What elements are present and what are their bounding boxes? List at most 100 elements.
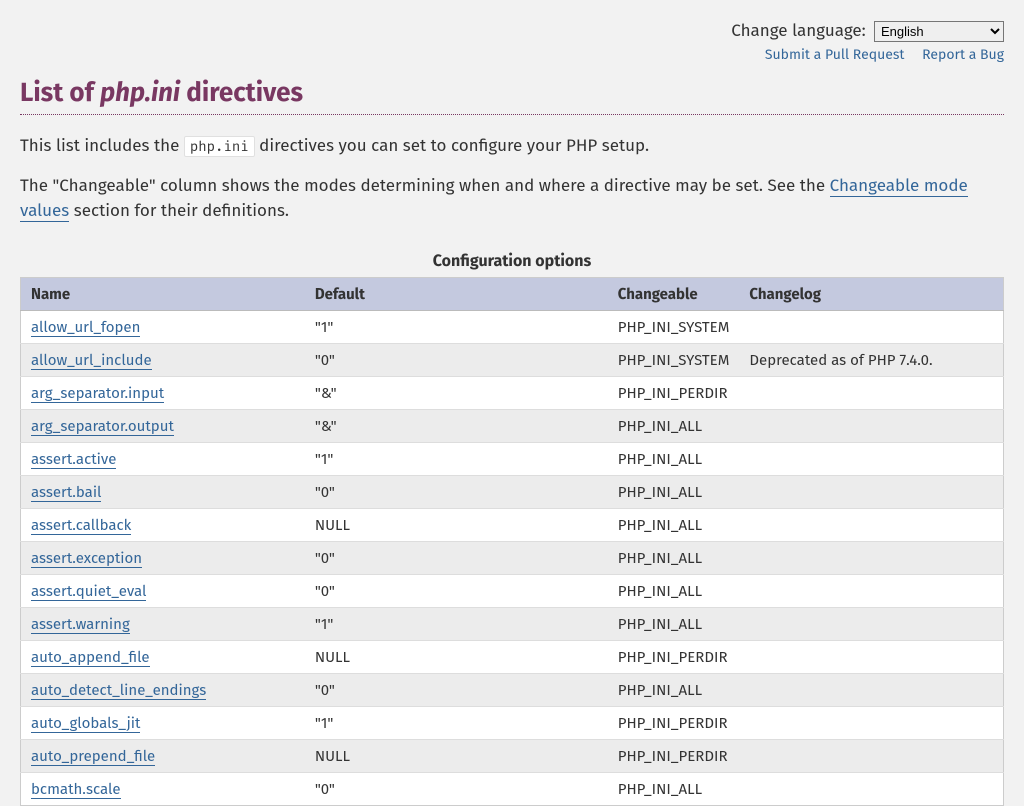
table-row: assert.exception"0"PHP_INI_ALL bbox=[21, 541, 1004, 574]
cell-changeable: PHP_INI_PERDIR bbox=[608, 706, 740, 739]
cell-name: assert.bail bbox=[21, 475, 305, 508]
directive-link[interactable]: assert.exception bbox=[31, 549, 142, 568]
cell-name: assert.callback bbox=[21, 508, 305, 541]
intro1-code: php.ini bbox=[184, 136, 255, 157]
table-row: allow_url_include "0"PHP_INI_SYSTEMDeprec… bbox=[21, 343, 1004, 376]
cell-name: assert.active bbox=[21, 442, 305, 475]
cell-default: "0" bbox=[305, 574, 608, 607]
table-row: arg_separator.output "&"PHP_INI_ALL bbox=[21, 409, 1004, 442]
col-header-changelog: Changelog bbox=[739, 277, 1003, 310]
cell-name: assert.warning bbox=[21, 607, 305, 640]
table-row: auto_prepend_file NULLPHP_INI_PERDIR bbox=[21, 739, 1004, 772]
intro1-before: This list includes the bbox=[20, 135, 184, 156]
cell-changelog bbox=[739, 442, 1003, 475]
title-divider bbox=[20, 114, 1004, 115]
cell-name: assert.exception bbox=[21, 541, 305, 574]
col-header-default: Default bbox=[305, 277, 608, 310]
cell-default: NULL bbox=[305, 739, 608, 772]
col-header-changeable: Changeable bbox=[608, 277, 740, 310]
cell-name: arg_separator.input bbox=[21, 376, 305, 409]
directive-link[interactable]: assert.callback bbox=[31, 516, 131, 535]
directive-link[interactable]: assert.warning bbox=[31, 615, 130, 634]
title-prefix: List of bbox=[20, 77, 100, 108]
cell-changeable: PHP_INI_PERDIR bbox=[608, 640, 740, 673]
cell-name: auto_globals_jit bbox=[21, 706, 305, 739]
intro-paragraph-1: This list includes the php.ini directive… bbox=[20, 133, 1004, 159]
cell-default: "1" bbox=[305, 442, 608, 475]
change-language-label: Change language: bbox=[731, 20, 866, 41]
report-bug-link[interactable]: Report a Bug bbox=[922, 46, 1004, 63]
directive-link[interactable]: arg_separator.input bbox=[31, 384, 164, 403]
directive-link[interactable]: auto_prepend_file bbox=[31, 747, 155, 766]
directive-link[interactable]: bcmath.scale bbox=[31, 780, 121, 799]
directive-link[interactable]: auto_detect_line_endings bbox=[31, 681, 206, 700]
cell-name: auto_prepend_file bbox=[21, 739, 305, 772]
directive-link[interactable]: allow_url_fopen bbox=[31, 318, 140, 337]
directive-link[interactable]: auto_append_file bbox=[31, 648, 150, 667]
cell-default: NULL bbox=[305, 640, 608, 673]
directive-link[interactable]: assert.quiet_eval bbox=[31, 582, 146, 601]
cell-name: allow_url_include bbox=[21, 343, 305, 376]
cell-changeable: PHP_INI_ALL bbox=[608, 541, 740, 574]
directive-link[interactable]: arg_separator.output bbox=[31, 417, 174, 436]
table-row: assert.quiet_eval "0"PHP_INI_ALL bbox=[21, 574, 1004, 607]
table-row: assert.callbackNULLPHP_INI_ALL bbox=[21, 508, 1004, 541]
cell-changeable: PHP_INI_SYSTEM bbox=[608, 343, 740, 376]
intro1-after: directives you can set to configure your… bbox=[255, 135, 649, 156]
cell-default: "&" bbox=[305, 376, 608, 409]
cell-changelog bbox=[739, 409, 1003, 442]
language-select[interactable]: English bbox=[874, 21, 1004, 42]
cell-changeable: PHP_INI_ALL bbox=[608, 409, 740, 442]
cell-changelog bbox=[739, 739, 1003, 772]
directive-link[interactable]: auto_globals_jit bbox=[31, 714, 140, 733]
cell-changeable: PHP_INI_ALL bbox=[608, 442, 740, 475]
cell-changeable: PHP_INI_ALL bbox=[608, 574, 740, 607]
cell-name: allow_url_fopen bbox=[21, 310, 305, 343]
cell-changeable: PHP_INI_PERDIR bbox=[608, 739, 740, 772]
cell-default: "1" bbox=[305, 607, 608, 640]
table-row: assert.active "1"PHP_INI_ALL bbox=[21, 442, 1004, 475]
title-emphasis: php.ini bbox=[100, 77, 180, 108]
col-header-name: Name bbox=[21, 277, 305, 310]
intro-paragraph-2: The "Changeable" column shows the modes … bbox=[20, 173, 1004, 224]
cell-changelog bbox=[739, 508, 1003, 541]
page-title: List of php.ini directives bbox=[20, 77, 1004, 108]
table-row: assert.bail "0"PHP_INI_ALL bbox=[21, 475, 1004, 508]
header-sublinks: Submit a Pull Request Report a Bug bbox=[20, 46, 1004, 63]
cell-changelog bbox=[739, 673, 1003, 706]
cell-changeable: PHP_INI_SYSTEM bbox=[608, 310, 740, 343]
title-suffix: directives bbox=[180, 77, 303, 108]
cell-changelog bbox=[739, 475, 1003, 508]
language-bar: Change language: English bbox=[20, 20, 1004, 42]
intro2-after: section for their definitions. bbox=[69, 200, 289, 221]
cell-changelog bbox=[739, 541, 1003, 574]
cell-changeable: PHP_INI_PERDIR bbox=[608, 376, 740, 409]
cell-default: "&" bbox=[305, 409, 608, 442]
intro2-before: The "Changeable" column shows the modes … bbox=[20, 175, 830, 196]
cell-default: "0" bbox=[305, 475, 608, 508]
cell-changelog bbox=[739, 574, 1003, 607]
cell-changelog bbox=[739, 640, 1003, 673]
cell-name: auto_append_file bbox=[21, 640, 305, 673]
submit-pull-request-link[interactable]: Submit a Pull Request bbox=[765, 46, 905, 63]
table-header-row: Name Default Changeable Changelog bbox=[21, 277, 1004, 310]
cell-changelog bbox=[739, 706, 1003, 739]
cell-default: "1" bbox=[305, 706, 608, 739]
table-row: assert.warning"1"PHP_INI_ALL bbox=[21, 607, 1004, 640]
cell-default: NULL bbox=[305, 508, 608, 541]
directive-link[interactable]: allow_url_include bbox=[31, 351, 152, 370]
cell-changeable: PHP_INI_ALL bbox=[608, 475, 740, 508]
cell-changeable: PHP_INI_ALL bbox=[608, 673, 740, 706]
cell-name: assert.quiet_eval bbox=[21, 574, 305, 607]
config-options-table: Name Default Changeable Changelog allow_… bbox=[20, 277, 1004, 806]
cell-default: "0" bbox=[305, 673, 608, 706]
cell-default: "1" bbox=[305, 310, 608, 343]
directive-link[interactable]: assert.active bbox=[31, 450, 116, 469]
table-caption: Configuration options bbox=[20, 252, 1004, 271]
table-row: allow_url_fopen "1"PHP_INI_SYSTEM bbox=[21, 310, 1004, 343]
table-row: arg_separator.input "&"PHP_INI_PERDIR bbox=[21, 376, 1004, 409]
cell-name: arg_separator.output bbox=[21, 409, 305, 442]
cell-changelog: Deprecated as of PHP 7.4.0. bbox=[739, 343, 1003, 376]
cell-default: "0" bbox=[305, 343, 608, 376]
directive-link[interactable]: assert.bail bbox=[31, 483, 101, 502]
